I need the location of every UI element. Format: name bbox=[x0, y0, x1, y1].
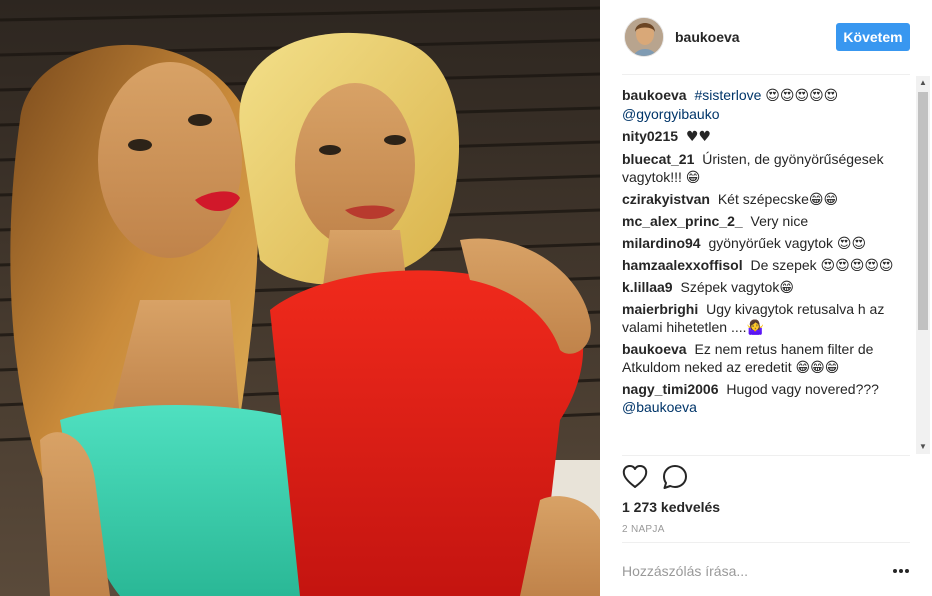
comment-text: ♥♥ bbox=[685, 129, 712, 145]
comment-item: hamzaalexxoffisol De szepek 😍😍😍😍😍 bbox=[622, 256, 910, 274]
scroll-up-arrow-icon[interactable]: ▲ bbox=[916, 76, 930, 90]
comment-item: czirakyistvan Két szépecske😁😁 bbox=[622, 190, 910, 208]
comment-username[interactable]: czirakyistvan bbox=[622, 191, 710, 207]
actions-divider bbox=[622, 455, 910, 456]
comment-item: milardino94 gyönyörűek vagytok 😍😍 bbox=[622, 234, 910, 252]
comment-username[interactable]: bluecat_21 bbox=[622, 151, 694, 167]
footer-divider bbox=[622, 542, 910, 543]
scroll-down-arrow-icon[interactable]: ▼ bbox=[916, 440, 930, 454]
comment-text: gyönyörűek vagytok 😍😍 bbox=[708, 235, 867, 251]
avatar-image bbox=[625, 18, 663, 56]
likes-count[interactable]: 1 273 kedvelés bbox=[622, 499, 720, 515]
comment-username[interactable]: mc_alex_princ_2_ bbox=[622, 213, 743, 229]
heart-icon[interactable] bbox=[622, 464, 648, 490]
comment-item: maierbrighi Ugy kivagytok retusalva h az… bbox=[622, 300, 910, 336]
instagram-post: baukoeva Követem baukoeva #sisterlove 😍😍… bbox=[0, 0, 932, 596]
caption: baukoeva #sisterlove 😍😍😍😍😍 @gyorgyibauko bbox=[622, 86, 910, 123]
comment-item: mc_alex_princ_2_ Very nice bbox=[622, 212, 910, 230]
comment-username[interactable]: nity0215 bbox=[622, 128, 678, 144]
mention-link[interactable]: @gyorgyibauko bbox=[622, 106, 720, 122]
comments-scrollbar[interactable]: ▲ ▼ bbox=[916, 76, 930, 454]
comment-item: nagy_timi2006 Hugod vagy novered??? @bau… bbox=[622, 380, 910, 416]
comment-text: Hugod vagy novered??? bbox=[726, 381, 879, 397]
hashtag-link[interactable]: #sisterlove bbox=[694, 87, 761, 103]
comment-item: baukoeva Ez nem retus hanem filter de At… bbox=[622, 340, 910, 376]
more-dots-icon[interactable] bbox=[892, 566, 910, 576]
avatar[interactable] bbox=[624, 17, 664, 57]
caption-emoji: 😍😍😍😍😍 bbox=[765, 88, 839, 104]
author-username[interactable]: baukoeva bbox=[675, 29, 740, 45]
comment-text: Very nice bbox=[750, 213, 809, 229]
photo-illustration bbox=[0, 0, 600, 596]
mention-link[interactable]: @baukoeva bbox=[622, 399, 697, 415]
comment-text: De szepek 😍😍😍😍😍 bbox=[750, 257, 894, 273]
comment-item: k.lillaa9 Szépek vagytok😁 bbox=[622, 278, 910, 296]
comment-username[interactable]: hamzaalexxoffisol bbox=[622, 257, 743, 273]
follow-button[interactable]: Követem bbox=[836, 23, 910, 51]
comment-text: Két szépecske😁😁 bbox=[717, 191, 839, 207]
post-photo[interactable] bbox=[0, 0, 600, 596]
post-header: baukoeva Követem bbox=[600, 0, 932, 74]
comment-username[interactable]: milardino94 bbox=[622, 235, 701, 251]
comment-item: bluecat_21 Úristen, de gyönyörűségesek v… bbox=[622, 150, 910, 186]
post-date[interactable]: 2 NAPJA bbox=[622, 524, 665, 535]
comment-username[interactable]: k.lillaa9 bbox=[622, 279, 673, 295]
comment-text: Szépek vagytok😁 bbox=[680, 279, 794, 295]
comment-username[interactable]: baukoeva bbox=[622, 87, 687, 103]
comment-list[interactable]: baukoeva #sisterlove 😍😍😍😍😍 @gyorgyibauko… bbox=[622, 86, 910, 452]
post-sidebar: baukoeva Követem baukoeva #sisterlove 😍😍… bbox=[600, 0, 932, 596]
comment-username[interactable]: nagy_timi2006 bbox=[622, 381, 719, 397]
scroll-thumb[interactable] bbox=[918, 92, 928, 330]
speech-bubble-icon[interactable] bbox=[662, 464, 688, 490]
comment-username[interactable]: maierbrighi bbox=[622, 301, 698, 317]
add-comment-input[interactable] bbox=[622, 560, 872, 582]
comment-item: nity0215 ♥♥ bbox=[622, 127, 910, 146]
comment-username[interactable]: baukoeva bbox=[622, 341, 687, 357]
header-divider bbox=[622, 74, 910, 75]
